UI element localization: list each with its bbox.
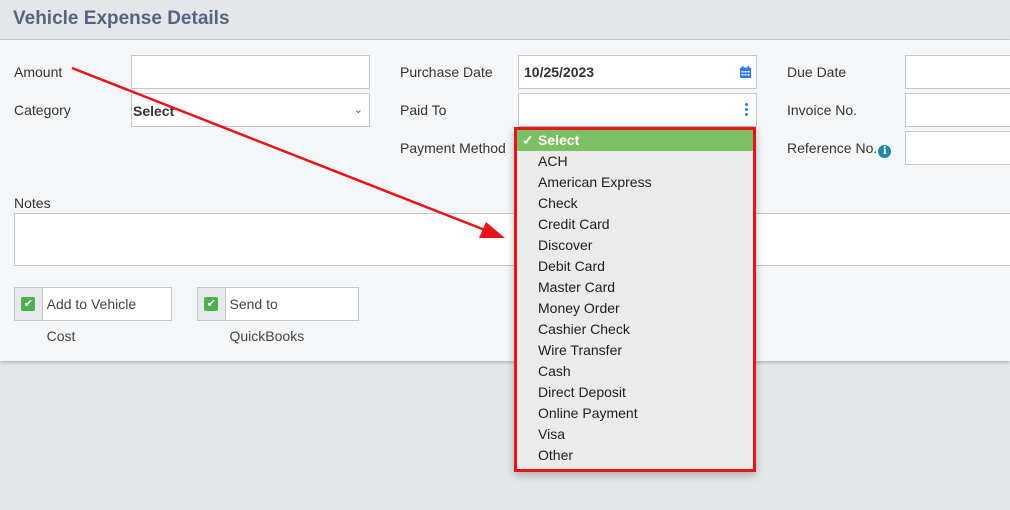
purchase-date-input[interactable]: 10/25/2023 [518,55,757,89]
reference-no-label-text: Reference No. [787,140,878,156]
amount-label: Amount [14,64,63,80]
dropdown-option[interactable]: Cashier Check [517,319,753,340]
checkbox-box: ✔ [198,288,226,320]
checkmark-icon: ✓ [522,132,534,148]
dropdown-option[interactable]: ACH [517,151,753,172]
more-options-icon[interactable] [745,103,749,118]
paid-to-input[interactable] [518,93,757,127]
dropdown-option-select[interactable]: ✓ Select [517,130,753,151]
due-date-label: Due Date [787,64,847,80]
chevron-down-icon: ⌄ [353,104,363,116]
purchase-date-label: Purchase Date [400,64,493,80]
purchase-date-value: 10/25/2023 [524,64,595,80]
checkbox-box: ✔ [15,288,43,320]
dropdown-option[interactable]: American Express [517,172,753,193]
category-label: Category [14,102,71,118]
amount-input[interactable] [131,55,370,89]
notes-textarea[interactable] [14,213,1010,266]
checkmark-icon: ✔ [21,297,36,311]
paid-to-label: Paid To [400,102,447,118]
reference-no-input[interactable] [905,131,1010,165]
payment-method-label: Payment Method [400,140,506,156]
dropdown-option[interactable]: Discover [517,235,753,256]
due-date-input[interactable] [905,55,1010,89]
reference-no-label: Reference No. i [787,140,892,158]
dropdown-option[interactable]: Master Card [517,277,753,298]
dropdown-option[interactable]: Money Order [517,298,753,319]
info-icon[interactable]: i [878,145,892,158]
dropdown-option[interactable]: Check [517,193,753,214]
option-label: Select [538,132,580,148]
notes-label: Notes [14,195,51,211]
invoice-no-input[interactable] [905,93,1010,127]
checkmark-icon: ✔ [204,297,219,311]
add-to-vehicle-cost-label: Add to Vehicle Cost [46,296,137,344]
calendar-icon[interactable] [740,66,751,78]
dropdown-option[interactable]: Direct Deposit [517,382,753,403]
dropdown-option[interactable]: Wire Transfer [517,340,753,361]
send-to-quickbooks-checkbox[interactable]: ✔ Send to QuickBooks [197,287,359,344]
dropdown-option[interactable]: Visa [517,424,753,445]
category-select[interactable]: Select ⌄ [131,93,370,127]
page-title: Vehicle Expense Details [13,8,230,29]
dropdown-option[interactable]: Credit Card [517,214,753,235]
page-header: Vehicle Expense Details [0,0,1010,40]
dropdown-option[interactable]: Debit Card [517,256,753,277]
add-to-vehicle-cost-checkbox[interactable]: ✔ Add to Vehicle Cost [14,287,172,344]
dropdown-option[interactable]: Other [517,445,753,466]
invoice-no-label: Invoice No. [787,102,858,118]
payment-method-dropdown[interactable]: ✓ Select ACH American Express Check Credi… [514,127,756,472]
send-to-quickbooks-label: Send to QuickBooks [229,296,305,344]
dropdown-option[interactable]: Online Payment [517,403,753,424]
dropdown-option[interactable]: Cash [517,361,753,382]
category-value: Select [133,103,175,119]
